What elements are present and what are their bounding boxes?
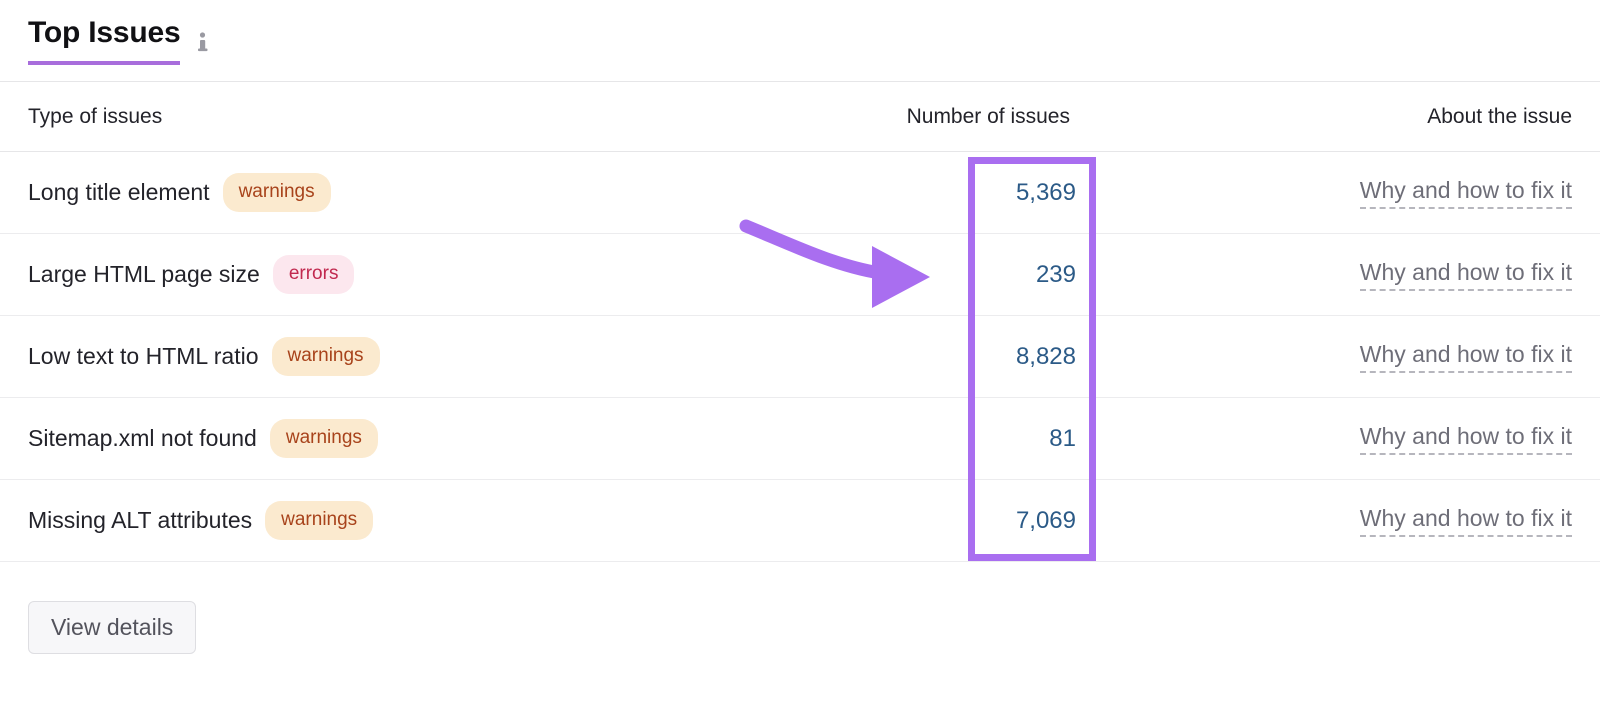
issue-type-cell: Large HTML page size errors — [28, 234, 355, 315]
about-cell: Why and how to fix it — [1100, 480, 1572, 561]
why-and-how-to-fix-it-link[interactable]: Why and how to fix it — [1359, 505, 1572, 537]
table-row: Low text to HTML ratio warnings 8,828 Wh… — [0, 316, 1600, 398]
issue-count[interactable]: 5,369 — [620, 152, 1076, 233]
table-row: Sitemap.xml not found warnings 81 Why an… — [0, 398, 1600, 480]
why-and-how-to-fix-it-link[interactable]: Why and how to fix it — [1359, 423, 1572, 455]
top-issues-panel: Top Issues Type of issues Number of issu… — [0, 0, 1600, 709]
table-row: Long title element warnings 5,369 Why an… — [0, 152, 1600, 234]
status-badge: warnings — [271, 337, 380, 376]
issue-count[interactable]: 239 — [620, 234, 1076, 315]
issue-type-cell: Sitemap.xml not found warnings — [28, 398, 378, 479]
issue-name: Large HTML page size — [28, 261, 260, 287]
table-row: Large HTML page size errors 239 Why and … — [0, 234, 1600, 316]
info-icon[interactable] — [194, 31, 212, 53]
issue-count[interactable]: 81 — [620, 398, 1076, 479]
status-badge: warnings — [265, 501, 374, 540]
table-row: Missing ALT attributes warnings 7,069 Wh… — [0, 480, 1600, 562]
about-cell: Why and how to fix it — [1100, 398, 1572, 479]
issue-type-cell: Long title element warnings — [28, 152, 331, 233]
why-and-how-to-fix-it-link[interactable]: Why and how to fix it — [1359, 177, 1572, 209]
issue-name: Sitemap.xml not found — [28, 425, 257, 451]
why-and-how-to-fix-it-link[interactable]: Why and how to fix it — [1359, 341, 1572, 373]
status-badge: errors — [272, 255, 355, 294]
column-header-about: About the issue — [1427, 105, 1572, 128]
column-header-number: Number of issues — [906, 105, 1070, 128]
issue-type-cell: Low text to HTML ratio warnings — [28, 316, 380, 397]
table-header-row: Type of issues Number of issues About th… — [0, 82, 1600, 152]
view-details-button[interactable]: View details — [28, 601, 197, 654]
issue-count[interactable]: 8,828 — [620, 316, 1076, 397]
issue-type-cell: Missing ALT attributes warnings — [28, 480, 374, 561]
about-cell: Why and how to fix it — [1100, 316, 1572, 397]
page-title: Top Issues — [28, 16, 181, 65]
column-header-type: Type of issues — [28, 105, 163, 128]
issue-count[interactable]: 7,069 — [620, 480, 1076, 561]
status-badge: warnings — [222, 173, 331, 212]
issue-name: Low text to HTML ratio — [28, 343, 259, 369]
panel-footer: View details — [28, 601, 197, 654]
title-wrapper: Top Issues — [28, 16, 212, 65]
issue-name: Long title element — [28, 179, 210, 205]
issue-name: Missing ALT attributes — [28, 507, 253, 533]
panel-header: Top Issues — [0, 0, 1600, 82]
why-and-how-to-fix-it-link[interactable]: Why and how to fix it — [1359, 259, 1572, 291]
about-cell: Why and how to fix it — [1100, 234, 1572, 315]
status-badge: warnings — [269, 419, 378, 458]
table-body: Long title element warnings 5,369 Why an… — [0, 152, 1600, 562]
about-cell: Why and how to fix it — [1100, 152, 1572, 233]
